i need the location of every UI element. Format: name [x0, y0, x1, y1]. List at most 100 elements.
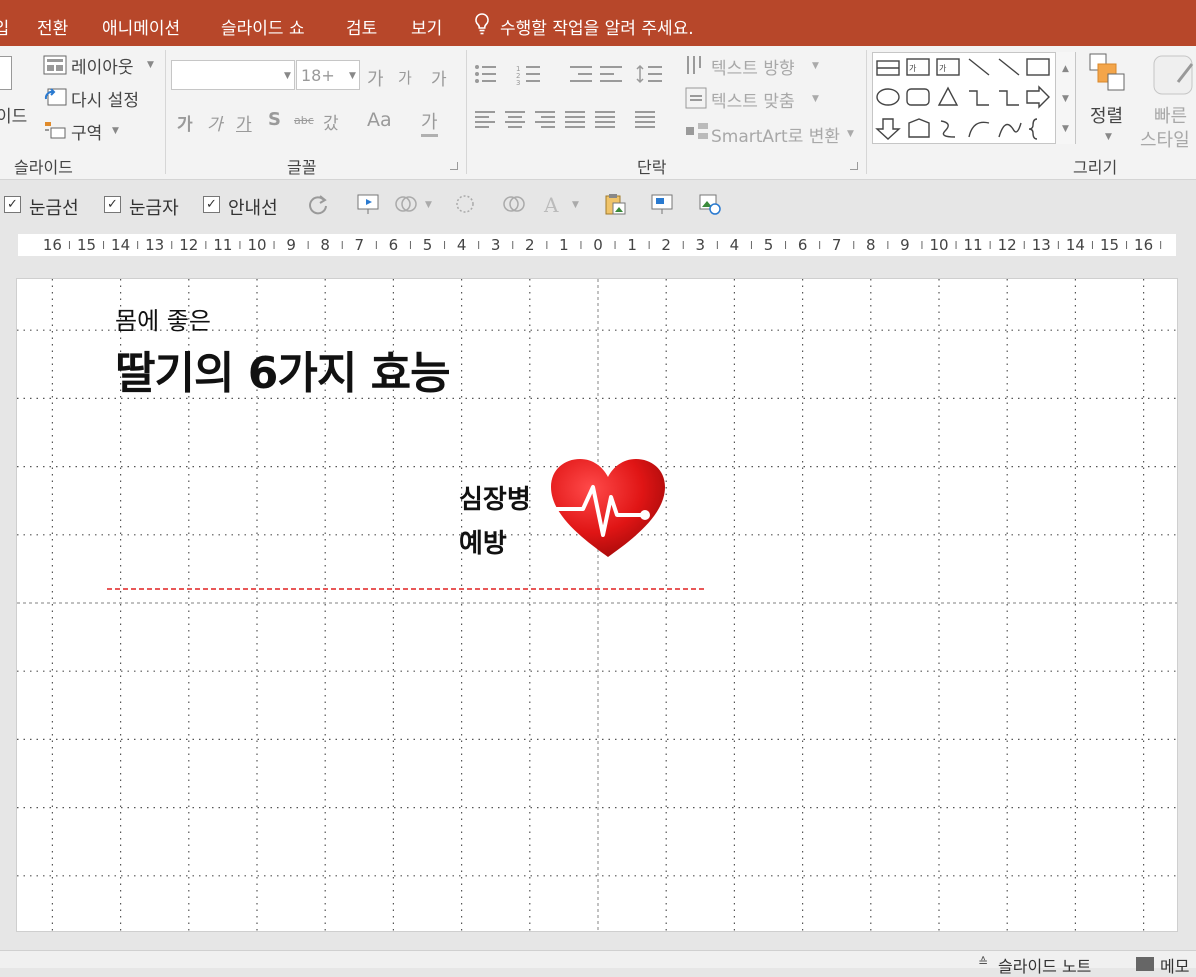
ruler-checkbox[interactable]: ✓ [104, 196, 121, 213]
layout-button[interactable]: 레이아웃 [71, 53, 134, 78]
svg-text:3: 3 [516, 79, 520, 86]
reset-button[interactable]: 다시 설정 [71, 86, 139, 111]
underline-button[interactable]: 가 [236, 110, 252, 135]
heart-pulse-icon[interactable] [549, 457, 667, 561]
gridlines-label: 눈금선 [29, 198, 79, 219]
scroll-up-icon[interactable]: ▲ [1062, 64, 1069, 74]
grow-font-button[interactable]: 가 [367, 65, 384, 91]
text-shadow-button[interactable]: S [268, 109, 281, 130]
comments-button[interactable]: 메모 [1160, 953, 1189, 977]
slideshow-from-current-icon[interactable] [356, 192, 380, 216]
shape-icons[interactable]: 가 가 [873, 53, 1077, 145]
ruler-label: 11 [213, 236, 233, 254]
list-and-indent-icons[interactable]: 1 2 3 [474, 62, 674, 86]
font-name-combo[interactable]: ▼ [171, 60, 295, 90]
italic-button[interactable]: 가 [207, 110, 223, 135]
quick-styles-label-1[interactable]: 빠른 [1154, 102, 1187, 128]
arrange-button[interactable]: 정렬 [1090, 102, 1123, 128]
arrange-dropdown-icon[interactable]: ▼ [1105, 132, 1112, 142]
font-color-button[interactable]: 가 [421, 108, 438, 137]
ruler-label: 8 [866, 236, 876, 254]
shapes-gallery[interactable]: 가 가 [872, 52, 1076, 144]
ruler-label: 15 [76, 236, 97, 254]
slide-title[interactable]: 딸기의 6가지 효능 [115, 337, 451, 401]
tab-view[interactable]: 보기 [411, 14, 442, 39]
online-pictures-icon[interactable] [698, 192, 722, 216]
svg-text:가: 가 [909, 64, 917, 73]
shape-outline-icon[interactable] [453, 192, 477, 216]
ruler-label: 5 [763, 236, 774, 254]
quick-styles-icon [1153, 55, 1194, 95]
merge-shapes-icon[interactable] [394, 192, 418, 216]
bold-button[interactable]: 가 [177, 110, 193, 135]
align-text-dropdown-icon[interactable]: ▼ [812, 94, 819, 104]
notes-chevron-icon[interactable]: ≙ [978, 955, 988, 969]
slide-canvas[interactable]: 몸에 좋은 딸기의 6가지 효능 심장병 예방 [16, 278, 1178, 932]
paragraph-group-label: 단락 [637, 158, 667, 177]
layout-dropdown-icon[interactable]: ▼ [147, 60, 154, 70]
ruler-label: 3 [695, 236, 706, 254]
ruler-label: 3 [490, 236, 501, 254]
tab-transitions[interactable]: 전환 [37, 14, 68, 39]
font-group-label: 글꼴 [287, 158, 317, 177]
benefit-label-line1[interactable]: 심장병 [459, 479, 531, 516]
slide-subtitle[interactable]: 몸에 좋은 [115, 301, 211, 336]
ruler-label: 16 [1134, 236, 1154, 254]
ruler-label: 11 [963, 236, 983, 254]
section-button[interactable]: 구역 [71, 119, 102, 144]
paragraph-align-icons[interactable] [474, 108, 674, 132]
tell-me-search[interactable]: 수행할 작업을 알려 주세요. [500, 14, 694, 39]
scroll-down-icon[interactable]: ▼ [1062, 94, 1069, 104]
slides-group-label: 슬라이드 [14, 158, 73, 177]
tab-slideshow[interactable]: 슬라이드 쇼 [221, 14, 305, 39]
text-effects-dropdown-icon[interactable]: ▼ [572, 200, 579, 210]
intersect-shapes-icon[interactable] [502, 192, 526, 216]
more-shapes-icon[interactable]: ▼ [1062, 124, 1069, 134]
strikethrough-button[interactable]: abc [294, 114, 314, 127]
tab-insert[interactable]: 삽입 [0, 14, 9, 39]
align-text-button[interactable]: 텍스트 맞춤 [711, 87, 795, 112]
notes-button[interactable]: 슬라이드 노트 [998, 953, 1091, 977]
ruler-label: 5 [422, 236, 433, 254]
font-size-dropdown-icon[interactable]: ▼ [349, 71, 356, 81]
font-name-dropdown-icon[interactable]: ▼ [284, 71, 291, 81]
horizontal-ruler[interactable]: 16 15 14 13 12 11 10 9 8 7 6 5 4 3 2 1 0 1 2 3 4 5 6 7 8 9 10 11 12 1… [18, 234, 1176, 256]
font-dialog-launcher-icon[interactable] [450, 162, 458, 170]
guides-checkbox[interactable]: ✓ [203, 196, 220, 213]
ruler-label: 12 [997, 236, 1017, 254]
layout-icon [43, 55, 67, 75]
ruler-label: 12 [179, 236, 199, 254]
gridlines-checkbox[interactable]: ✓ [4, 196, 21, 213]
ruler-label: 9 [286, 236, 296, 254]
ruler-label: 7 [831, 236, 842, 254]
shapes-scrollbar[interactable]: ▲ ▼ ▼ [1055, 52, 1075, 144]
clear-formatting-button[interactable]: 가 [431, 65, 447, 90]
ruler-label: 7 [354, 236, 365, 254]
quick-styles-label-2[interactable]: 스타일 [1140, 126, 1190, 152]
change-case-button[interactable]: Aa [367, 109, 392, 131]
text-direction-icon [687, 56, 701, 74]
smartart-dropdown-icon[interactable]: ▼ [847, 129, 854, 139]
new-slide-icon[interactable] [0, 56, 12, 90]
guides-label: 안내선 [228, 198, 278, 219]
benefit-label-line2[interactable]: 예방 [459, 523, 507, 560]
tab-review[interactable]: 검토 [346, 14, 377, 39]
new-slide-button[interactable]: 이드 [0, 102, 27, 127]
section-dropdown-icon[interactable]: ▼ [112, 126, 119, 136]
character-spacing-button[interactable]: 갔 [323, 109, 339, 134]
divider-line [107, 588, 705, 590]
screenshot-icon[interactable] [650, 192, 674, 216]
paste-picture-icon[interactable] [603, 192, 627, 216]
font-size-combo[interactable]: 18+ ▼ [296, 60, 360, 90]
text-direction-dropdown-icon[interactable]: ▼ [812, 61, 819, 71]
merge-dropdown-icon[interactable]: ▼ [425, 200, 432, 210]
shrink-font-button[interactable]: 가 [398, 67, 412, 88]
tab-animations[interactable]: 애니메이션 [102, 14, 180, 39]
ribbon-tab-bar: 삽입 전환 애니메이션 슬라이드 쇼 검토 보기 수행할 작업을 알려 주세요. [0, 0, 1196, 46]
text-direction-button[interactable]: 텍스트 방향 [711, 54, 795, 79]
rotate-icon[interactable] [306, 192, 330, 216]
paragraph-dialog-launcher-icon[interactable] [850, 162, 858, 170]
view-options-bar: ✓ 눈금선 ✓ 눈금자 ✓ 안내선 ▼ A ▼ [0, 180, 1196, 230]
convert-smartart-button[interactable]: SmartArt로 변환 [711, 122, 840, 147]
text-effects-icon[interactable]: A [541, 192, 565, 216]
